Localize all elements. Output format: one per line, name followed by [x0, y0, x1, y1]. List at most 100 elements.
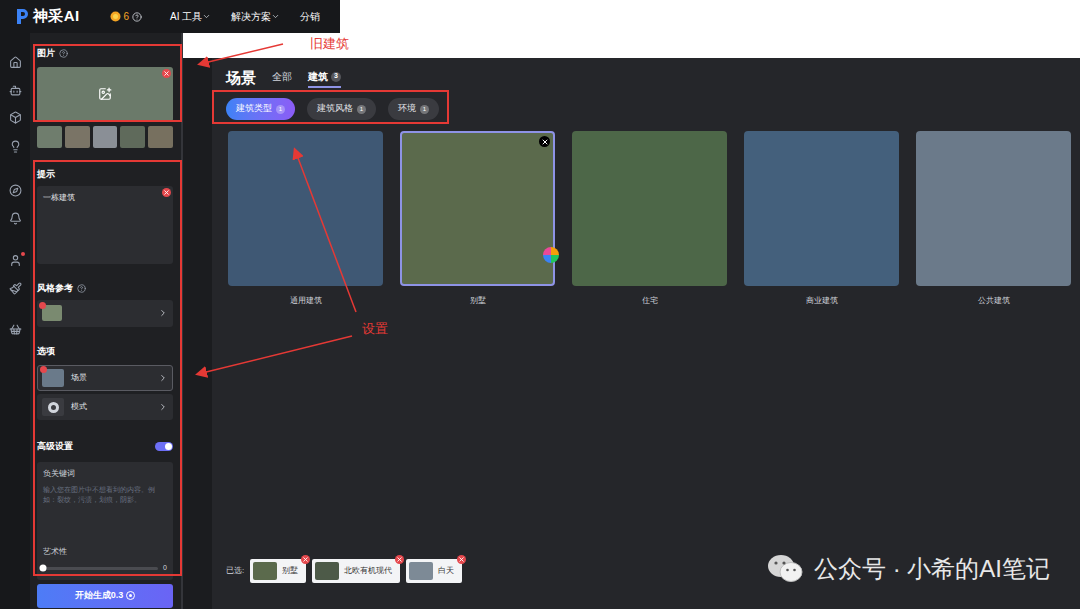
remove-chip-button[interactable] [301, 555, 310, 564]
coin-icon [126, 591, 135, 600]
logo[interactable]: 神采AI [15, 5, 80, 28]
chevron-right-icon [158, 308, 168, 318]
scene-card[interactable]: 别墅 [400, 131, 555, 307]
negative-keywords-input[interactable]: 输入您在图片中不想看到的内容。例如：裂纹，污渍，划痕，阴影。 [43, 485, 167, 505]
close-icon [458, 556, 465, 563]
annotation-arrows [0, 0, 1080, 609]
remove-image-button[interactable] [162, 69, 171, 78]
remove-badge[interactable] [39, 302, 46, 309]
scene-card[interactable]: 通用建筑 [228, 131, 383, 307]
artistry-slider[interactable] [43, 567, 158, 570]
image-thumbnail[interactable] [37, 126, 62, 148]
generate-button[interactable]: 开始生成0.3 [37, 584, 173, 608]
option-row[interactable]: 场景 [37, 365, 173, 391]
notification-dot [21, 252, 25, 256]
image-thumbnail[interactable] [93, 126, 118, 148]
nav-item[interactable] [9, 84, 22, 97]
nav-icon [9, 254, 22, 267]
nav-item[interactable] [9, 140, 22, 153]
prompt-input[interactable]: 一栋建筑 [37, 186, 173, 264]
nav-icon [9, 184, 22, 197]
nav-item[interactable] [9, 212, 22, 225]
coin-icon [110, 11, 121, 22]
nav-item[interactable] [9, 282, 22, 295]
close-icon [541, 138, 549, 146]
selected-chip[interactable]: 白天 [406, 559, 462, 583]
remove-chip-button[interactable] [457, 555, 466, 564]
chevron-down-icon [271, 12, 280, 21]
annotation-label: 旧建筑 [310, 34, 349, 54]
menu-item[interactable]: AI 工具 [170, 9, 211, 24]
nav-icon [9, 212, 22, 225]
scene-title: 场景 [226, 68, 256, 88]
image-thumbnail[interactable] [148, 126, 173, 148]
image-edit-icon[interactable] [98, 87, 112, 101]
top-bar: 神采AI 6 AI 工具 解决方案 分销 [0, 0, 1080, 33]
nav-icon [9, 111, 22, 124]
watermark: 公众号 · 小希的AI笔记 [766, 551, 1050, 587]
scene-card[interactable]: 住宅 [572, 131, 727, 307]
wechat-icon [766, 553, 804, 585]
annotation-label: 设置 [362, 319, 388, 339]
help-icon[interactable] [77, 284, 86, 293]
logo-icon [15, 8, 29, 25]
mode-icon [48, 402, 59, 413]
image-thumbnail[interactable] [65, 126, 90, 148]
help-icon[interactable] [132, 12, 142, 22]
advanced-settings: 负关键词输入您在图片中不想看到的内容。例如：裂纹，污渍，划痕，阴影。艺术性0 [37, 462, 173, 580]
side-nav [0, 33, 30, 609]
section-title: 提示 [37, 168, 173, 182]
app: 神采AI6AI 工具解决方案分销图片提示一栋建筑风格参考选项场景模式高级设置负关… [0, 0, 1080, 609]
category-pill[interactable]: 建筑风格1 [307, 98, 376, 120]
deselect-button[interactable] [539, 136, 550, 147]
category-pill[interactable]: 环境1 [388, 98, 439, 120]
close-icon [396, 556, 403, 563]
style-reference[interactable] [37, 300, 173, 327]
close-icon [163, 189, 170, 196]
advanced-toggle[interactable] [155, 442, 173, 451]
section-title: 选项 [37, 345, 173, 359]
section-title: 图片 [37, 47, 173, 61]
scene-tab[interactable]: 全部 [272, 69, 292, 88]
category-pill[interactable]: 建筑类型1 [226, 98, 295, 120]
close-icon [302, 556, 309, 563]
selected-chip[interactable]: 别墅 [250, 559, 306, 583]
nav-item[interactable] [9, 184, 22, 197]
scene-card[interactable]: 商业建筑 [744, 131, 899, 307]
nav-icon [9, 84, 22, 97]
image-thumbnail[interactable] [120, 126, 145, 148]
close-icon [163, 70, 170, 77]
scene-card[interactable]: 公共建筑 [916, 131, 1071, 307]
menu-item[interactable]: 分销 [300, 9, 320, 24]
nav-item[interactable] [9, 111, 22, 124]
remove-chip-button[interactable] [395, 555, 404, 564]
nav-icon [9, 323, 22, 336]
nav-icon [9, 56, 22, 69]
nav-item[interactable] [9, 56, 22, 69]
main-area: 场景全部建筑3建筑类型1建筑风格1环境1通用建筑别墅住宅商业建筑公共建筑已选:别… [183, 33, 1080, 609]
coin-balance[interactable]: 6 [110, 9, 143, 24]
scene-tab[interactable]: 建筑3 [308, 69, 341, 88]
color-wheel-icon [542, 246, 560, 264]
section-title: 风格参考 [37, 282, 173, 296]
nav-item[interactable] [9, 254, 22, 267]
menu-item[interactable]: 解决方案 [231, 9, 280, 24]
option-row[interactable]: 模式 [37, 394, 173, 420]
source-image[interactable] [37, 67, 173, 122]
chevron-right-icon [158, 402, 168, 412]
nav-item[interactable] [9, 323, 22, 336]
chevron-right-icon [158, 373, 168, 383]
selected-chip[interactable]: 北欧有机现代 [312, 559, 400, 583]
help-icon[interactable] [59, 49, 68, 58]
settings-panel: 图片提示一栋建筑风格参考选项场景模式高级设置负关键词输入您在图片中不想看到的内容… [30, 33, 183, 609]
annotation-box [212, 90, 449, 124]
nav-icon [9, 140, 22, 153]
chevron-down-icon [202, 12, 211, 21]
remove-badge[interactable] [40, 366, 47, 373]
section-title: 高级设置 [37, 440, 73, 454]
nav-icon [9, 282, 22, 295]
clear-prompt-button[interactable] [162, 188, 171, 197]
annotation-box [33, 44, 182, 122]
annotation-box [33, 160, 182, 576]
scene-panel: 场景全部建筑3建筑类型1建筑风格1环境1通用建筑别墅住宅商业建筑公共建筑已选:别… [212, 58, 1080, 609]
